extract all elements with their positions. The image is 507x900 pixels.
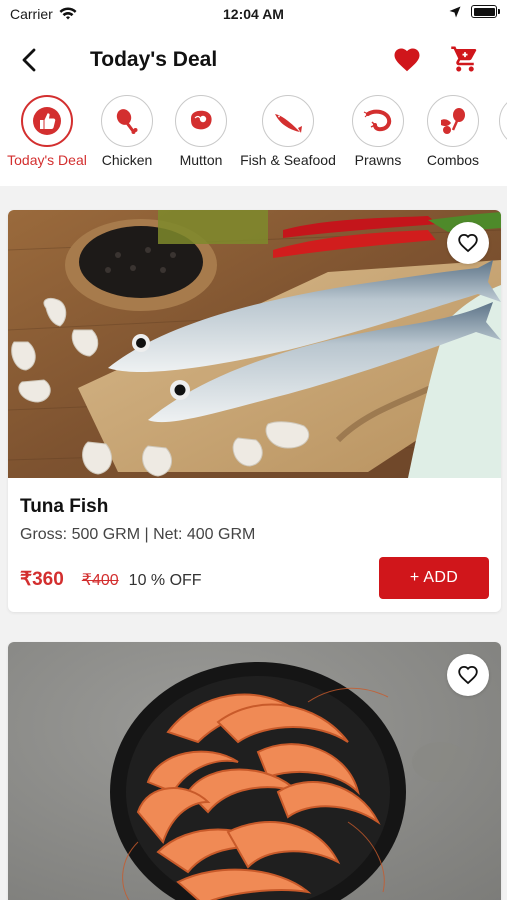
fish-icon bbox=[275, 114, 302, 133]
category-combos[interactable]: Combos bbox=[424, 95, 482, 168]
category-circle bbox=[352, 95, 404, 147]
product-weight: Gross: 500 GRM | Net: 400 GRM bbox=[20, 526, 256, 543]
category-prawns[interactable]: Prawns bbox=[352, 95, 404, 168]
chevron-left-icon bbox=[22, 48, 36, 72]
product-card[interactable]: Tuna Fish Gross: 500 GRM | Net: 400 GRM … bbox=[8, 210, 501, 612]
category-circle bbox=[262, 95, 314, 147]
category-circle bbox=[175, 95, 227, 147]
back-button[interactable] bbox=[14, 44, 44, 76]
heart-outline-icon bbox=[458, 233, 478, 253]
favorite-button[interactable] bbox=[447, 654, 489, 696]
product-image[interactable] bbox=[8, 210, 501, 478]
cart-button[interactable] bbox=[450, 44, 480, 74]
category-circle bbox=[21, 95, 73, 147]
category-label: Today's Deal bbox=[7, 152, 87, 168]
category-label: Combos bbox=[426, 152, 480, 168]
prawn-icon bbox=[363, 109, 392, 132]
category-label: Mutton bbox=[179, 152, 223, 168]
favorite-button[interactable] bbox=[447, 222, 489, 264]
combo-icon bbox=[441, 108, 465, 134]
category-circle bbox=[101, 95, 153, 147]
category-label: Fish & Seafood bbox=[240, 152, 336, 168]
product-price: ₹360 bbox=[20, 569, 64, 590]
discount-label: 10 % OFF bbox=[128, 572, 202, 589]
product-old-price: ₹400 bbox=[81, 572, 119, 589]
category-circle bbox=[499, 95, 507, 147]
category-label: Chicken bbox=[101, 152, 153, 168]
category-todays-deal[interactable]: Today's Deal bbox=[0, 95, 94, 168]
price-row: ₹360 ₹400 10 % OFF bbox=[20, 568, 202, 591]
product-image[interactable] bbox=[8, 642, 501, 900]
product-card[interactable] bbox=[8, 642, 501, 900]
meat-icon bbox=[191, 110, 212, 130]
status-time: 12:04 AM bbox=[223, 6, 284, 22]
category-fish-seafood[interactable]: Fish & Seafood bbox=[240, 95, 336, 168]
category-strip: Today's Deal Chicken Mutton Fish & Seafo… bbox=[0, 90, 507, 186]
add-to-cart-button[interactable]: + ADD bbox=[379, 557, 489, 599]
status-right bbox=[449, 5, 500, 18]
prawns-photo bbox=[8, 642, 501, 900]
heart-outline-icon bbox=[458, 665, 478, 685]
heart-icon bbox=[394, 48, 420, 72]
category-chicken[interactable]: Chicken bbox=[100, 95, 154, 168]
product-name: Tuna Fish bbox=[20, 496, 109, 517]
app-header: Today's Deal bbox=[0, 30, 507, 90]
location-arrow-icon bbox=[449, 6, 461, 17]
category-mutton[interactable]: Mutton bbox=[174, 95, 228, 168]
wishlist-button[interactable] bbox=[392, 45, 422, 75]
page-title: Today's Deal bbox=[90, 48, 218, 71]
category-circle bbox=[427, 95, 479, 147]
chicken-leg-icon bbox=[116, 109, 138, 134]
category-label: Prawns bbox=[354, 152, 402, 168]
tuna-fish-photo bbox=[8, 210, 501, 478]
battery-icon bbox=[471, 5, 500, 18]
thumbs-up-icon bbox=[33, 107, 61, 135]
category-more[interactable] bbox=[498, 95, 507, 147]
cart-icon bbox=[451, 46, 477, 72]
status-bar: Carrier 12:04 AM bbox=[0, 0, 507, 30]
